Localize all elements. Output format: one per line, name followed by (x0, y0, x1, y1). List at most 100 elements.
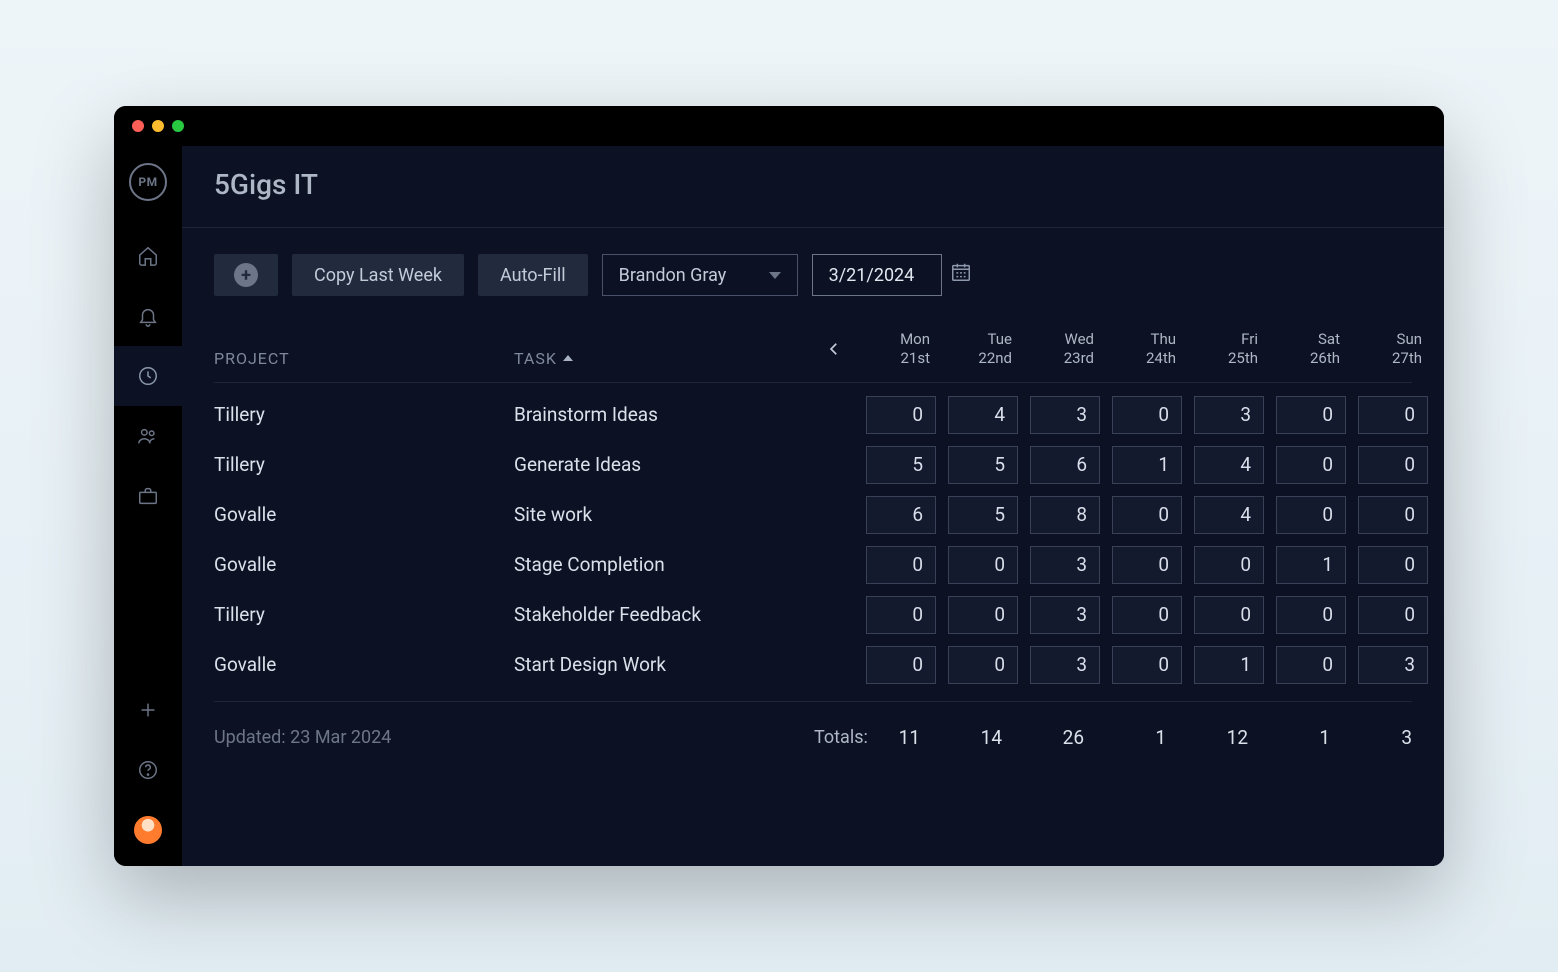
project-cell: Tillery (214, 403, 514, 426)
page-header: 5Gigs IT (182, 146, 1444, 228)
hours-cell[interactable]: 0 (1276, 596, 1346, 634)
left-sidebar: PM (114, 146, 182, 866)
hours-cell[interactable]: 1 (1194, 646, 1264, 684)
hours-cell[interactable]: 5 (866, 446, 936, 484)
table-row: TilleryStakeholder Feedback0030000 (214, 593, 1412, 637)
hours-cell[interactable]: 8 (1030, 496, 1100, 534)
hours-cell[interactable]: 0 (866, 396, 936, 434)
timesheet-header-row: PROJECT TASK Mon21stTue22ndWed23rdThu24t… (214, 308, 1412, 383)
briefcase-icon (137, 485, 159, 507)
hours-cell[interactable]: 6 (1030, 446, 1100, 484)
day-header: Sat26th (1264, 330, 1346, 368)
hours-cell[interactable]: 0 (1112, 596, 1182, 634)
hours-cell[interactable]: 0 (948, 546, 1018, 584)
window-close-button[interactable] (132, 120, 144, 132)
hours-cell[interactable]: 0 (1112, 396, 1182, 434)
calendar-icon[interactable] (950, 261, 972, 289)
hours-cell[interactable]: 1 (1276, 546, 1346, 584)
date-picker-input[interactable]: 3/21/2024 (812, 254, 942, 296)
hours-cell[interactable]: 0 (1112, 646, 1182, 684)
task-cell: Brainstorm Ideas (514, 403, 814, 426)
hours-cell[interactable]: 0 (1112, 546, 1182, 584)
total-cell: 1 (1100, 726, 1182, 749)
home-icon (137, 245, 159, 267)
hours-cell[interactable]: 3 (1358, 646, 1428, 684)
auto-fill-button[interactable]: Auto-Fill (478, 254, 588, 296)
table-row: GovalleSite work6580400 (214, 493, 1412, 537)
table-row: GovalleStart Design Work0030103 (214, 643, 1412, 687)
hours-cell[interactable]: 1 (1112, 446, 1182, 484)
hours-cell[interactable]: 0 (1358, 596, 1428, 634)
project-column-header[interactable]: PROJECT (214, 349, 514, 368)
hours-cell[interactable]: 0 (1276, 446, 1346, 484)
window-fullscreen-button[interactable] (172, 120, 184, 132)
nav-team[interactable] (114, 406, 182, 466)
plus-icon (137, 699, 159, 721)
nav-home[interactable] (114, 226, 182, 286)
people-icon (137, 425, 159, 447)
nav-projects[interactable] (114, 466, 182, 526)
hours-cell[interactable]: 0 (1276, 396, 1346, 434)
hours-cell[interactable]: 0 (1276, 496, 1346, 534)
hours-cell[interactable]: 0 (1194, 546, 1264, 584)
nav-help[interactable] (114, 740, 182, 800)
window-minimize-button[interactable] (152, 120, 164, 132)
chevron-left-icon (825, 340, 843, 358)
hours-cell[interactable]: 0 (1112, 496, 1182, 534)
total-cell: 12 (1182, 726, 1264, 749)
window-titlebar (114, 106, 1444, 146)
hours-cell[interactable]: 4 (948, 396, 1018, 434)
hours-cell[interactable]: 0 (1358, 396, 1428, 434)
hours-cell[interactable]: 5 (948, 496, 1018, 534)
day-header: Sun27th (1346, 330, 1428, 368)
hours-cell[interactable]: 0 (948, 596, 1018, 634)
table-row: TilleryGenerate Ideas5561400 (214, 443, 1412, 487)
hours-cell[interactable]: 0 (948, 646, 1018, 684)
task-cell: Stage Completion (514, 553, 814, 576)
day-header: Fri25th (1182, 330, 1264, 368)
task-cell: Stakeholder Feedback (514, 603, 814, 626)
bell-icon (137, 305, 159, 327)
hours-cell[interactable]: 4 (1194, 496, 1264, 534)
app-window: PM (114, 106, 1444, 866)
copy-last-week-button[interactable]: Copy Last Week (292, 254, 464, 296)
hours-cell[interactable]: 3 (1194, 396, 1264, 434)
plus-circle-icon: + (234, 263, 258, 287)
day-header: Mon21st (854, 330, 936, 368)
task-cell: Start Design Work (514, 653, 814, 676)
page-title: 5Gigs IT (214, 168, 1412, 201)
hours-cell[interactable]: 3 (1030, 646, 1100, 684)
day-header: Thu24th (1100, 330, 1182, 368)
add-button[interactable]: + (214, 254, 278, 296)
task-column-header[interactable]: TASK (514, 349, 814, 368)
hours-cell[interactable]: 3 (1030, 396, 1100, 434)
nav-notifications[interactable] (114, 286, 182, 346)
hours-cell[interactable]: 4 (1194, 446, 1264, 484)
hours-cell[interactable]: 5 (948, 446, 1018, 484)
total-cell: 14 (936, 726, 1018, 749)
user-select[interactable]: Brandon Gray (602, 254, 798, 296)
hours-cell[interactable]: 6 (866, 496, 936, 534)
hours-cell[interactable]: 0 (1358, 496, 1428, 534)
hours-cell[interactable]: 0 (1276, 646, 1346, 684)
total-cell: 11 (854, 726, 936, 749)
nav-timesheet[interactable] (114, 346, 182, 406)
hours-cell[interactable]: 0 (866, 596, 936, 634)
previous-week-button[interactable] (814, 330, 854, 368)
table-row: TilleryBrainstorm Ideas0430300 (214, 393, 1412, 437)
nav-profile[interactable] (114, 800, 182, 860)
project-cell: Govalle (214, 503, 514, 526)
hours-cell[interactable]: 0 (1194, 596, 1264, 634)
project-cell: Govalle (214, 653, 514, 676)
app-logo[interactable]: PM (114, 152, 182, 212)
hours-cell[interactable]: 0 (866, 546, 936, 584)
project-cell: Tillery (214, 603, 514, 626)
hours-cell[interactable]: 3 (1030, 596, 1100, 634)
hours-cell[interactable]: 0 (1358, 546, 1428, 584)
nav-add[interactable] (114, 680, 182, 740)
total-cell: 3 (1346, 726, 1428, 749)
hours-cell[interactable]: 3 (1030, 546, 1100, 584)
hours-cell[interactable]: 0 (1358, 446, 1428, 484)
hours-cell[interactable]: 0 (866, 646, 936, 684)
sort-ascending-icon (563, 355, 573, 361)
